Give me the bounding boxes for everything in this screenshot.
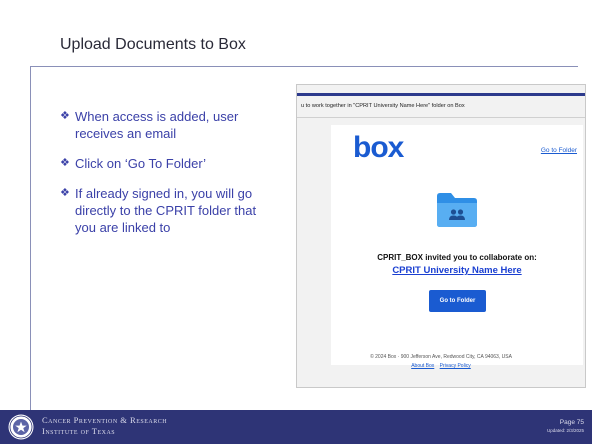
bullet-text: If already signed in, you will go direct…	[75, 186, 257, 235]
footer-address: © 2024 Box · 900 Jefferson Ave, Redwood …	[370, 354, 512, 360]
privacy-policy-link[interactable]: Privacy Policy	[440, 363, 471, 369]
left-divider	[30, 66, 31, 410]
shared-folder-icon	[437, 193, 477, 227]
email-card: box Go to Folder CPRIT_BOX invited you t…	[331, 125, 583, 365]
slide: Upload Documents to Box ❖ When access is…	[0, 0, 592, 444]
org-line-2: Institute of Texas	[42, 426, 116, 436]
email-divider	[297, 117, 585, 118]
email-screenshot: u to work together in "CPRIT University …	[296, 84, 586, 388]
bullet-text: When access is added, user receives an e…	[75, 109, 239, 141]
org-line-1: Cancer Prevention & Research	[42, 415, 168, 425]
slide-title: Upload Documents to Box	[60, 36, 246, 53]
texas-seal-icon	[8, 414, 34, 440]
title-divider	[30, 66, 578, 67]
bullet-item: ❖ If already signed in, you will go dire…	[60, 185, 280, 236]
bullet-item: ❖ When access is added, user receives an…	[60, 108, 280, 142]
bullet-list: ❖ When access is added, user receives an…	[60, 108, 280, 249]
organization-name: Cancer Prevention & Research Institute o…	[42, 415, 167, 437]
invite-text: CPRIT_BOX invited you to collaborate on:	[377, 253, 537, 262]
bullet-item: ❖ Click on ‘Go To Folder’	[60, 155, 280, 172]
email-top-bar	[297, 93, 585, 96]
updated-date: Updated: 2/3/2025	[546, 428, 584, 433]
page-info: Page 75 Updated: 2/3/2025	[547, 419, 584, 435]
about-box-link[interactable]: About Box	[411, 363, 434, 369]
title-band: Upload Documents to Box	[0, 0, 592, 72]
footer-links: About Box Privacy Policy	[297, 362, 585, 371]
email-footer: © 2024 Box · 900 Jefferson Ave, Redwood …	[297, 353, 585, 371]
diamond-bullet-icon: ❖	[60, 157, 70, 169]
go-to-folder-link[interactable]: Go to Folder	[541, 147, 577, 154]
page-number: Page 75	[559, 419, 584, 426]
diamond-bullet-icon: ❖	[60, 187, 70, 199]
folder-name-link[interactable]: CPRIT University Name Here	[331, 265, 583, 276]
box-logo: box	[353, 131, 404, 164]
go-to-folder-button[interactable]: Go to Folder	[429, 290, 486, 312]
diamond-bullet-icon: ❖	[60, 110, 70, 122]
email-subject: u to work together in "CPRIT University …	[301, 103, 465, 109]
bullet-text: Click on ‘Go To Folder’	[75, 156, 207, 171]
footer-band: Cancer Prevention & Research Institute o…	[0, 410, 592, 444]
